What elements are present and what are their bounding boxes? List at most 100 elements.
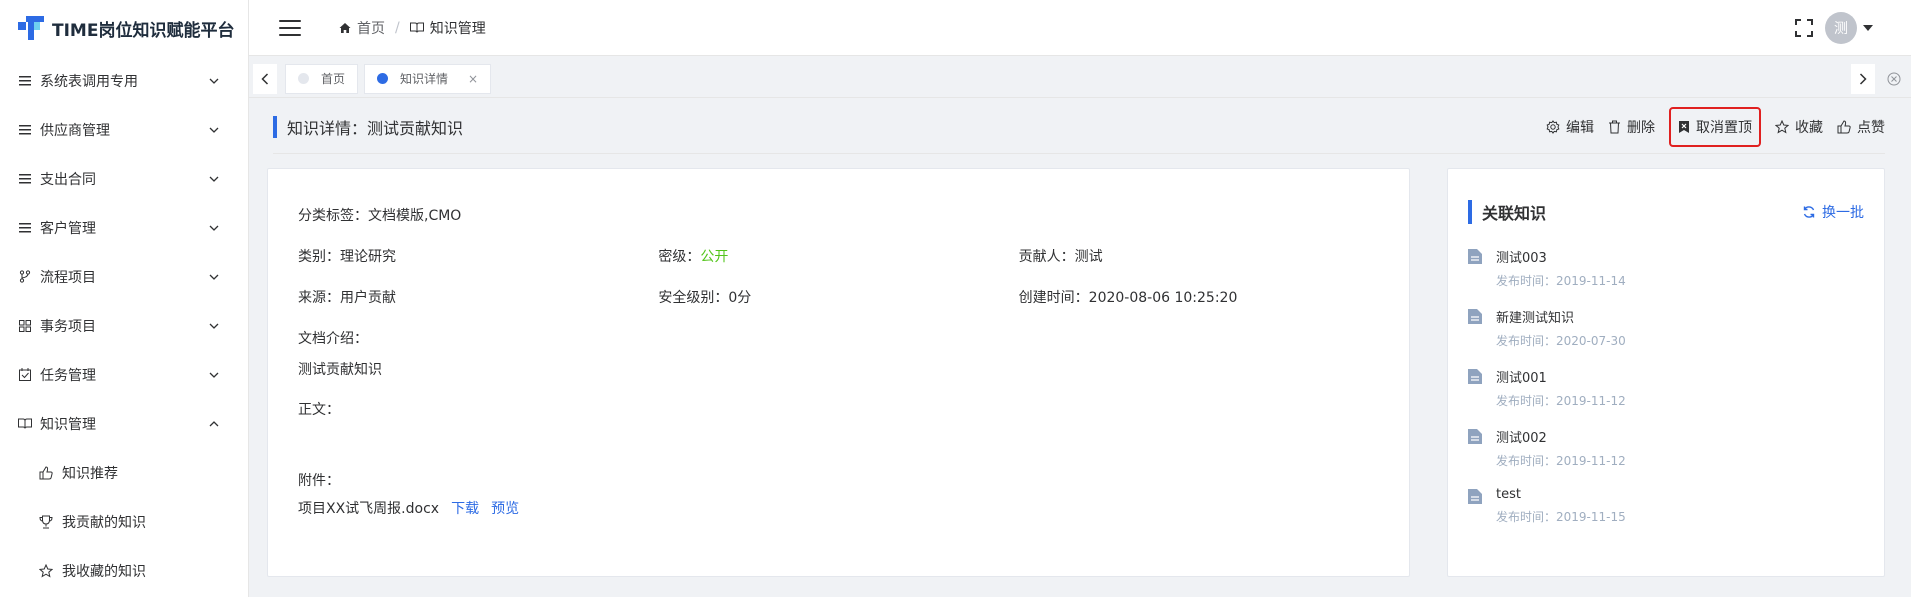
list-icon <box>18 221 32 235</box>
action-label: 点赞 <box>1857 119 1885 136</box>
sidebar-subitem-label: 知识推荐 <box>62 465 118 482</box>
refresh-batch-button[interactable]: 换一批 <box>1802 202 1864 222</box>
sidebar-item-label: 客户管理 <box>40 220 96 237</box>
page-title: 知识详情：测试贡献知识 <box>287 118 464 138</box>
delete-button[interactable]: 删除 <box>1608 117 1655 137</box>
chevron-down-icon <box>208 222 220 234</box>
chevron-left-icon <box>261 72 269 85</box>
related-item[interactable]: test 发布时间：2019-11-15 <box>1468 487 1864 547</box>
list-icon <box>18 74 32 88</box>
calendar-check-icon <box>18 368 32 382</box>
sidebar-item-customer[interactable]: 客户管理 <box>0 203 248 252</box>
tabs-scroll-left-button[interactable] <box>253 63 277 94</box>
contributor-value: 测试 <box>1074 249 1103 265</box>
main-content: 知识详情：测试贡献知识 编辑 删除 取消置顶 收藏 点赞 分类标签： 文档模版,… <box>249 100 1911 597</box>
breadcrumb-label: 知识管理 <box>429 20 486 37</box>
attachment-row: 项目XX试飞周报.docx 下载 预览 <box>298 498 1379 518</box>
like-button[interactable]: 点赞 <box>1837 117 1885 137</box>
file-icon <box>1468 369 1482 384</box>
download-link[interactable]: 下载 <box>451 498 479 518</box>
sidebar-item-label: 支出合同 <box>40 171 96 188</box>
grid-icon <box>18 319 32 333</box>
tab-label: 首页 <box>321 72 346 86</box>
related-item-date: 发布时间：2019-11-12 <box>1496 454 1626 468</box>
title-accent-bar <box>1468 200 1472 224</box>
sidebar-item-system-tables[interactable]: 系统表调用专用 <box>0 56 248 105</box>
source-value: 用户贡献 <box>340 290 396 306</box>
page-actions: 编辑 删除 取消置顶 收藏 点赞 <box>1532 106 1885 147</box>
tabs-scroll-right-button[interactable] <box>1851 63 1875 94</box>
action-label: 编辑 <box>1566 119 1594 136</box>
related-item[interactable]: 新建测试知识发布时间：2020-07-30 <box>1468 307 1864 367</box>
sidebar-item-knowledge-management[interactable]: 知识管理 <box>0 399 248 448</box>
related-item-date: 发布时间：2019-11-14 <box>1496 274 1626 288</box>
related-item[interactable]: 测试003 发布时间：2019-11-14 <box>1468 247 1864 307</box>
app-title: TIME岗位知识赋能平台 <box>52 20 235 41</box>
breadcrumb-label: 首页 <box>357 20 385 37</box>
breadcrumb: 首页 / 知识管理 <box>339 18 486 38</box>
breadcrumb-item-home[interactable]: 首页 <box>339 18 385 38</box>
sidebar-subitem-my-contributions[interactable]: 我贡献的知识 <box>0 497 248 546</box>
file-icon <box>1468 489 1482 504</box>
trash-icon <box>1609 120 1620 133</box>
thumbs-up-icon <box>1837 119 1851 133</box>
preview-link[interactable]: 预览 <box>491 498 519 518</box>
hamburger-menu-icon[interactable] <box>279 19 301 36</box>
list-icon <box>18 123 32 137</box>
sidebar-item-supplier[interactable]: 供应商管理 <box>0 105 248 154</box>
sidebar-item-process-project[interactable]: 流程项目 <box>0 252 248 301</box>
book-icon <box>409 22 424 33</box>
unpin-button[interactable]: 取消置顶 <box>1669 106 1761 147</box>
sidebar-subitem-my-favorites[interactable]: 我收藏的知识 <box>0 546 248 595</box>
related-item-name: 新建测试知识 <box>1496 311 1575 326</box>
header-right: 测 <box>1795 12 1873 44</box>
fullscreen-icon[interactable] <box>1795 19 1813 37</box>
sidebar-subitem-label: 我贡献的知识 <box>62 514 146 531</box>
related-item-name: 测试001 <box>1496 371 1547 386</box>
chevron-down-icon <box>208 75 220 87</box>
caret-down-icon[interactable] <box>1863 25 1873 31</box>
related-item[interactable]: 测试002 发布时间：2019-11-12 <box>1468 427 1864 487</box>
tab-home[interactable]: 首页 <box>285 63 359 94</box>
sidebar-subitem-knowledge-recommend[interactable]: 知识推荐 <box>0 448 248 497</box>
created-label: 创建时间： <box>1018 290 1089 306</box>
chevron-down-icon <box>208 173 220 185</box>
secret-value: 公开 <box>700 249 729 265</box>
favorite-button[interactable]: 收藏 <box>1775 117 1823 137</box>
detail-row-1: 类别：理论研究 密级：公开 贡献人：测试 <box>298 246 1379 287</box>
sidebar-menu: 系统表调用专用 供应商管理 支出合同 客户管理 流程项目 事务项目 任务管理 知… <box>0 56 248 595</box>
chevron-down-icon <box>208 271 220 283</box>
sidebar-item-affairs-project[interactable]: 事务项目 <box>0 301 248 350</box>
sidebar-item-label: 系统表调用专用 <box>40 73 138 90</box>
star-icon <box>1775 119 1789 134</box>
tab-label: 知识详情 <box>400 72 449 86</box>
action-label: 取消置顶 <box>1696 119 1752 136</box>
detail-row-category: 分类标签： 文档模版,CMO <box>298 205 1379 246</box>
avatar[interactable]: 测 <box>1825 12 1857 44</box>
contributor-field: 贡献人：测试 <box>1019 246 1379 266</box>
related-list: 测试003 发布时间：2019-11-14 新建测试知识发布时间：2020-07-… <box>1468 247 1864 547</box>
app-logo[interactable]: TIME岗位知识赋能平台 <box>0 0 248 56</box>
detail-row-attachment-label: 附件： <box>298 470 1379 492</box>
tabs-bar: 首页 知识详情 × <box>249 60 1911 98</box>
tab-close-icon[interactable]: × <box>468 72 478 86</box>
related-item[interactable]: 测试001 发布时间：2019-11-12 <box>1468 367 1864 427</box>
body-label: 正文： <box>298 402 340 418</box>
tab-knowledge-detail[interactable]: 知识详情 × <box>364 63 492 94</box>
related-item-date: 发布时间：2019-11-12 <box>1496 394 1626 408</box>
category-label: 分类标签： <box>298 208 368 224</box>
sidebar-item-task-management[interactable]: 任务管理 <box>0 350 248 399</box>
related-item-date: 发布时间：2020-07-30 <box>1496 334 1626 348</box>
list-icon <box>18 172 32 186</box>
related-item-name: 测试003 <box>1496 251 1547 266</box>
trophy-icon <box>38 514 54 530</box>
close-all-tabs-button[interactable] <box>1881 64 1907 94</box>
detail-row-intro-value: 测试贡献知识 <box>298 359 1379 399</box>
chevron-up-icon <box>208 418 220 430</box>
edit-button[interactable]: 编辑 <box>1546 117 1594 137</box>
attachment-filename: 项目XX试飞周报.docx <box>298 501 440 517</box>
refresh-label: 换一批 <box>1822 205 1864 221</box>
sidebar-item-expense-contract[interactable]: 支出合同 <box>0 154 248 203</box>
knowledge-detail-card: 分类标签： 文档模版,CMO 类别：理论研究 密级：公开 贡献人：测试 来源：用… <box>267 168 1410 577</box>
chevron-right-icon <box>1859 72 1867 85</box>
